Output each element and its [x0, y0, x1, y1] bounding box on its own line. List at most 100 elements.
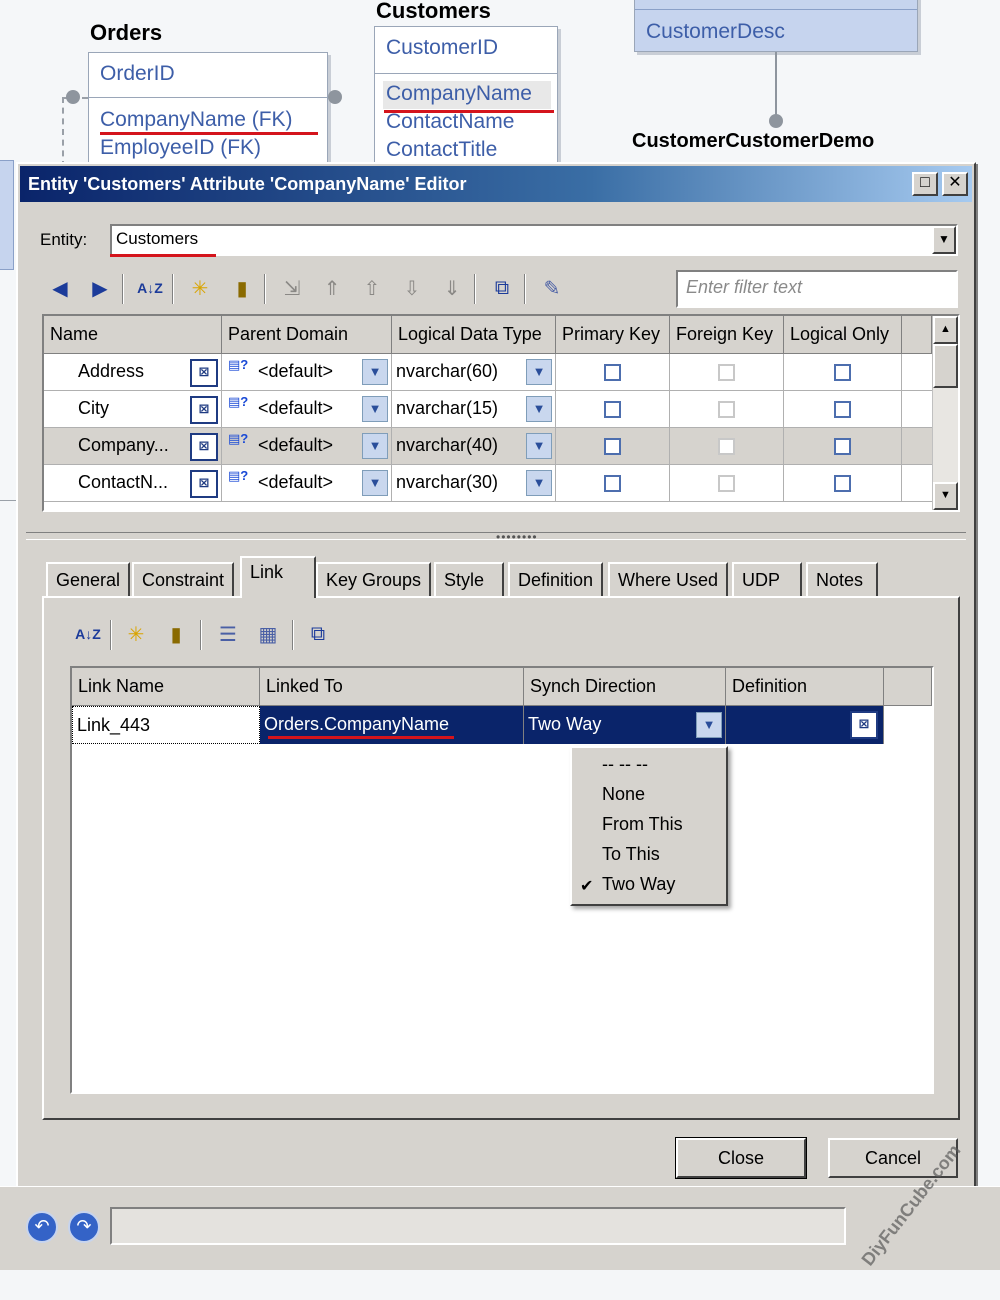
next-entity-button[interactable]: ▶	[84, 272, 116, 304]
red-underline	[100, 132, 318, 135]
ellipsis-button[interactable]: ⊠	[190, 433, 218, 461]
tab-key-groups[interactable]: Key Groups	[316, 562, 432, 596]
demographics-attr-customerdesc[interactable]: CustomerDesc	[646, 20, 785, 44]
column-header-logical-data-type[interactable]: Logical Data Type	[392, 316, 556, 354]
link-view-button[interactable]: ⧉	[486, 272, 518, 304]
link-name-cell[interactable]: Link_443	[72, 706, 260, 744]
logical-only-checkbox[interactable]	[834, 401, 851, 418]
type-dropdown[interactable]: ▼	[526, 359, 552, 385]
new-attribute-button[interactable]: ✳	[184, 272, 216, 304]
relationship-dot	[66, 90, 80, 104]
new-icon: ✳	[191, 277, 209, 300]
column-header-definition[interactable]: Definition	[726, 668, 884, 706]
table-row[interactable]: City ⊠ <default> ▤? ▼ nvarchar(15) ▼	[44, 391, 958, 428]
column-header-primary-key[interactable]: Primary Key	[556, 316, 670, 354]
ccd-entity-title: CustomerCustomerDemo	[632, 130, 875, 152]
primary-key-checkbox[interactable]	[604, 364, 621, 381]
sort-links-button[interactable]: A↓Z	[72, 618, 104, 650]
pane-splitter[interactable]: ••••••••	[26, 530, 966, 544]
relationship-line	[775, 52, 777, 118]
ellipsis-button[interactable]: ⊠	[190, 470, 218, 498]
properties-button[interactable]: ✎	[536, 272, 568, 304]
close-window-button[interactable]: ✕	[942, 172, 968, 196]
primary-key-checkbox[interactable]	[604, 438, 621, 455]
menu-item-two-way[interactable]: Two Way	[602, 874, 675, 895]
logical-only-checkbox[interactable]	[834, 475, 851, 492]
table-row-selected[interactable]: Company... ⊠ <default> ▤? ▼ nvarchar(40)…	[44, 428, 958, 465]
tab-notes[interactable]: Notes	[806, 562, 878, 596]
column-header-synch-direction[interactable]: Synch Direction	[524, 668, 726, 706]
table-row[interactable]: Address ⊠ <default> ▤? ▼ nvarchar(60) ▼	[44, 354, 958, 391]
ellipsis-button[interactable]: ⊠	[190, 396, 218, 424]
migrate-button[interactable]: ⇲	[276, 272, 308, 304]
primary-key-checkbox[interactable]	[604, 475, 621, 492]
scroll-up-button[interactable]: ▲	[933, 316, 958, 344]
scroll-thumb[interactable]	[933, 344, 958, 388]
column-header-link-name[interactable]: Link Name	[72, 668, 260, 706]
sort-button[interactable]: A↓Z	[134, 272, 166, 304]
ellipsis-button[interactable]: ⊠	[190, 359, 218, 387]
previous-entity-button[interactable]: ◀	[44, 272, 76, 304]
menu-item-none[interactable]: None	[602, 784, 645, 805]
move-bottom-icon: ⇓	[443, 277, 461, 300]
new-link-button[interactable]: ✳	[120, 618, 152, 650]
column-header-name[interactable]: Name	[44, 316, 222, 354]
link-view-button[interactable]: ⧉	[302, 618, 334, 650]
primary-key-checkbox[interactable]	[604, 401, 621, 418]
tab-where-used[interactable]: Where Used	[608, 562, 729, 596]
link-tab-panel: A↓Z ✳ ▮ ☰ ▦ ⧉ Link Name Linked To Synch …	[42, 596, 960, 1120]
link-properties-button[interactable]: ▦	[252, 618, 284, 650]
logical-only-checkbox[interactable]	[834, 438, 851, 455]
column-header-foreign-key[interactable]: Foreign Key	[670, 316, 784, 354]
move-top-button[interactable]: ⇑	[316, 272, 348, 304]
tab-udp[interactable]: UDP	[732, 562, 802, 596]
table-row[interactable]: ContactN... ⊠ <default> ▤? ▼ nvarchar(30…	[44, 465, 958, 502]
table-row[interactable]: Link_443 Orders.CompanyName Two Way ▼ ⊠	[72, 706, 884, 744]
column-header-parent-domain[interactable]: Parent Domain	[222, 316, 392, 354]
customers-attr-contacttitle[interactable]: ContactTitle	[386, 138, 497, 162]
tab-constraint[interactable]: Constraint	[132, 562, 235, 596]
orders-attr-employeeid[interactable]: EmployeeID (FK)	[100, 136, 261, 160]
tab-definition[interactable]: Definition	[508, 562, 604, 596]
domain-dropdown[interactable]: ▼	[362, 470, 388, 496]
dialog-titlebar[interactable]: Entity 'Customers' Attribute 'CompanyNam…	[20, 166, 972, 202]
tab-general[interactable]: General	[46, 562, 131, 596]
delete-attribute-button[interactable]: ▮	[226, 272, 258, 304]
delete-link-button[interactable]: ▮	[160, 618, 192, 650]
type-dropdown[interactable]: ▼	[526, 433, 552, 459]
orders-attr-companyname[interactable]: CompanyName (FK)	[100, 108, 293, 132]
menu-item-from-this[interactable]: From This	[602, 814, 683, 835]
close-button[interactable]: Close	[675, 1137, 807, 1179]
orders-attr-orderid[interactable]: OrderID	[100, 62, 175, 86]
column-header-linked-to[interactable]: Linked To	[260, 668, 524, 706]
grid-scrollbar[interactable]: ▲ ▼	[932, 316, 958, 510]
redo-button[interactable]: ↷	[68, 1211, 100, 1243]
type-dropdown[interactable]: ▼	[526, 470, 552, 496]
link-list-button[interactable]: ☰	[212, 618, 244, 650]
tab-link[interactable]: Link	[240, 556, 316, 598]
domain-dropdown[interactable]: ▼	[362, 359, 388, 385]
column-header-logical-only[interactable]: Logical Only	[784, 316, 902, 354]
tab-style[interactable]: Style	[434, 562, 504, 596]
customers-attr-contactname[interactable]: ContactName	[386, 110, 514, 134]
logical-only-checkbox[interactable]	[834, 364, 851, 381]
entity-select[interactable]: Customers ▼	[110, 224, 958, 256]
chevron-down-icon[interactable]: ▼	[932, 226, 956, 254]
customers-attr-companyname[interactable]: CompanyName	[386, 82, 532, 106]
type-dropdown[interactable]: ▼	[526, 396, 552, 422]
entity-select-value: Customers	[116, 229, 199, 248]
domain-dropdown[interactable]: ▼	[362, 396, 388, 422]
maximize-button[interactable]: □	[912, 172, 938, 196]
definition-ellipsis-button[interactable]: ⊠	[850, 711, 878, 739]
scroll-down-button[interactable]: ▼	[933, 482, 958, 510]
customers-attr-customerid[interactable]: CustomerID	[386, 36, 498, 60]
domain-dropdown[interactable]: ▼	[362, 433, 388, 459]
filter-input[interactable]: Enter filter text	[676, 270, 958, 308]
move-bottom-button[interactable]: ⇓	[436, 272, 468, 304]
synch-direction-dropdown[interactable]: ▼	[696, 712, 722, 738]
undo-button[interactable]: ↶	[26, 1211, 58, 1243]
move-up-button[interactable]: ⇧	[356, 272, 388, 304]
menu-item-to-this[interactable]: To This	[602, 844, 660, 865]
menu-item-blank[interactable]: -- -- --	[602, 754, 648, 775]
move-down-button[interactable]: ⇩	[396, 272, 428, 304]
